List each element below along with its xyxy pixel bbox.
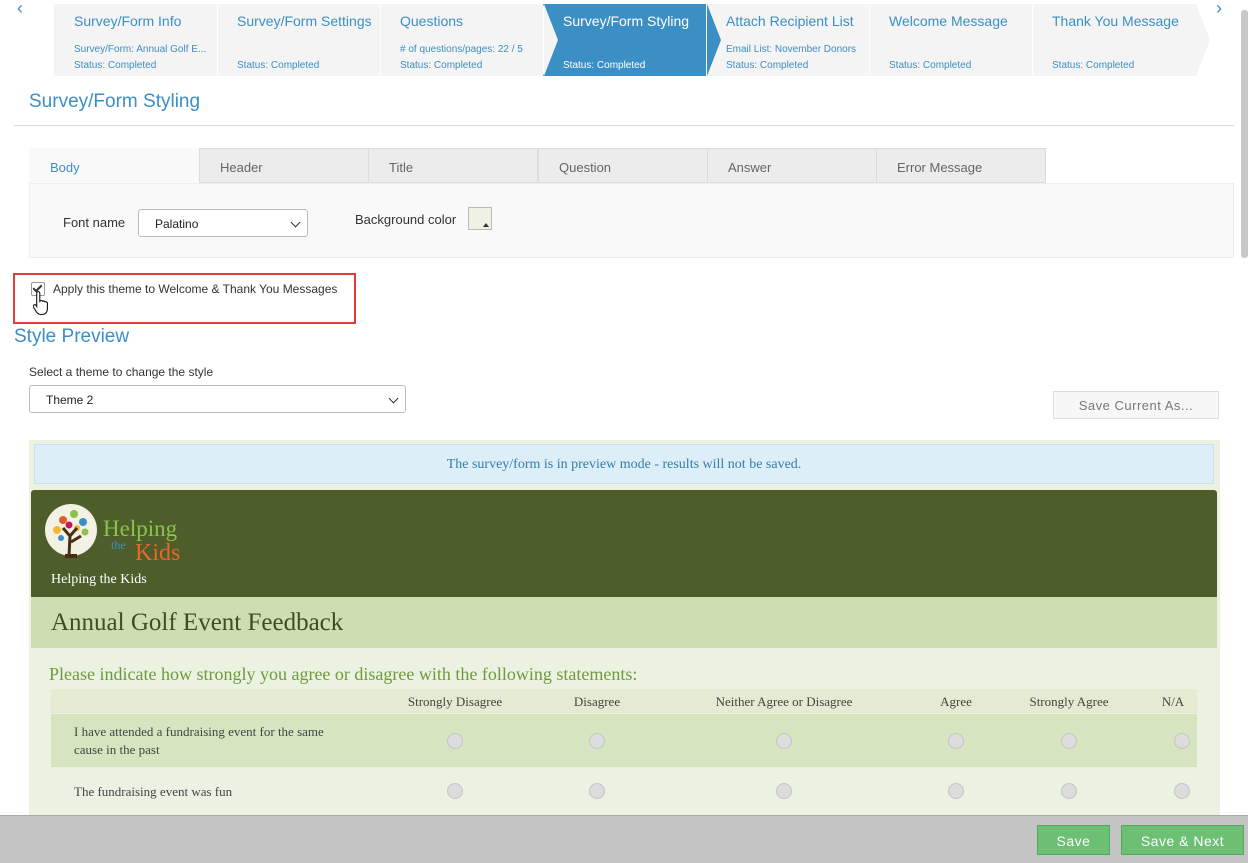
helping-the-kids-logo: Helping the Kids [41,500,181,566]
survey-banner: Helping the Kids Helping the Kids [31,490,1217,597]
column-strongly-agree: Strongly Agree [1029,694,1109,709]
row-question: The fundraising event was fun [74,784,233,799]
survey-title-band: Annual Golf Event Feedback [31,597,1217,648]
table-row: I have attended a fundraising event for … [51,714,1197,767]
background-color-label: Background color [355,212,457,227]
table-row: The fundraising event was fun [51,767,1197,815]
column-strongly-disagree: Strongly Disagree [407,694,503,709]
background-color-picker[interactable] [468,207,492,230]
step-survey-form-styling[interactable]: Survey/Form Styling Status: Completed [543,4,721,76]
step-title: Welcome Message [889,13,1008,29]
tab-title[interactable]: Title [368,148,538,183]
radio-disagree[interactable] [589,733,605,749]
theme-select[interactable]: Theme 2 [29,385,406,413]
chevron-down-icon [388,393,399,404]
radio-strongly-agree[interactable] [1061,733,1077,749]
tab-question[interactable]: Question [538,148,708,183]
step-thank-you-message[interactable]: Thank You Message Status: Completed [1032,4,1210,76]
step-status: Status: Completed [1052,60,1135,71]
highlight-box [13,273,356,324]
radio-agree[interactable] [948,733,964,749]
step-title: Survey/Form Settings [237,13,372,29]
divider [14,125,1234,126]
tab-error-message[interactable]: Error Message [876,148,1046,183]
style-preview-title: Style Preview [14,326,130,347]
logo-word-the: the [111,538,126,552]
step-attach-recipient-list[interactable]: Attach Recipient List Email List: Novemb… [706,4,884,76]
radio-na[interactable] [1174,733,1190,749]
matrix-header: Strongly Disagree Disagree Neither Agree… [51,689,1197,713]
radio-strongly-agree[interactable] [1061,783,1077,799]
step-survey-form-info[interactable]: Survey/Form Info Survey/Form: Annual Gol… [54,4,232,76]
step-status: Status: Completed [889,60,972,71]
theme-value: Theme 2 [46,393,94,407]
step-title: Thank You Message [1052,13,1179,29]
column-neither: Neither Agree or Disagree [715,694,853,709]
wizard-steps: ‹ Survey/Form Info Survey/Form: Annual G… [0,0,1248,78]
logo-word-kids: Kids [135,540,181,566]
column-agree: Agree [940,694,972,709]
radio-na[interactable] [1174,783,1190,799]
save-button[interactable]: Save [1037,825,1110,855]
survey-preview: The survey/form is in preview mode - res… [29,440,1220,820]
radio-neither[interactable] [776,783,792,799]
step-questions[interactable]: Questions # of questions/pages: 22 / 5 S… [380,4,558,76]
footer-bar: Save Save & Next [0,815,1248,863]
organization-name: Helping the Kids [51,572,147,587]
dropdown-triangle-icon [483,223,489,227]
radio-agree[interactable] [948,783,964,799]
radio-neither[interactable] [776,733,792,749]
step-title: Survey/Form Info [74,13,182,29]
radio-disagree[interactable] [589,783,605,799]
step-status: Status: Completed [74,60,157,71]
step-status: Status: Completed [563,60,646,71]
column-disagree: Disagree [573,694,621,709]
tab-answer[interactable]: Answer [707,148,877,183]
column-na: N/A [1161,694,1185,709]
save-and-next-button[interactable]: Save & Next [1121,825,1244,855]
survey-title: Annual Golf Event Feedback [51,609,344,636]
page-title: Survey/Form Styling [29,91,201,112]
step-detail: Email List: November Donors [726,44,857,55]
step-title: Questions [400,13,464,29]
question-instructions: Please indicate how strongly you agree o… [49,664,638,684]
tab-header[interactable]: Header [199,148,369,183]
step-title: Attach Recipient List [726,13,854,29]
chevron-left-icon[interactable]: ‹ [10,0,30,20]
font-name-value: Palatino [155,217,199,231]
hand-cursor-icon [33,290,48,316]
chevron-right-icon[interactable]: › [1209,0,1229,20]
tab-body[interactable]: Body [29,148,199,183]
row-question: I have attended a fundraising event for … [74,724,324,757]
chevron-down-icon [290,217,301,228]
tree-icon [45,504,97,558]
step-status: Status: Completed [726,60,809,71]
font-name-label: Font name [63,215,126,230]
radio-strongly-disagree[interactable] [447,733,463,749]
step-welcome-message[interactable]: Welcome Message Status: Completed [869,4,1047,76]
theme-select-label: Select a theme to change the style [29,365,214,379]
step-survey-form-settings[interactable]: Survey/Form Settings Status: Completed [217,4,395,76]
preview-notice: The survey/form is in preview mode - res… [34,444,1214,484]
apply-theme-label[interactable]: Apply this theme to Welcome & Thank You … [53,282,337,296]
step-detail: Survey/Form: Annual Golf E... [74,44,207,55]
step-status: Status: Completed [237,60,320,71]
step-detail: # of questions/pages: 22 / 5 [400,44,523,55]
radio-strongly-disagree[interactable] [447,783,463,799]
step-status: Status: Completed [400,60,483,71]
font-name-select[interactable]: Palatino [138,209,308,237]
page-scrollbar[interactable] [1241,10,1248,258]
save-current-as-button[interactable]: Save Current As... [1053,391,1219,419]
step-title: Survey/Form Styling [563,13,690,29]
